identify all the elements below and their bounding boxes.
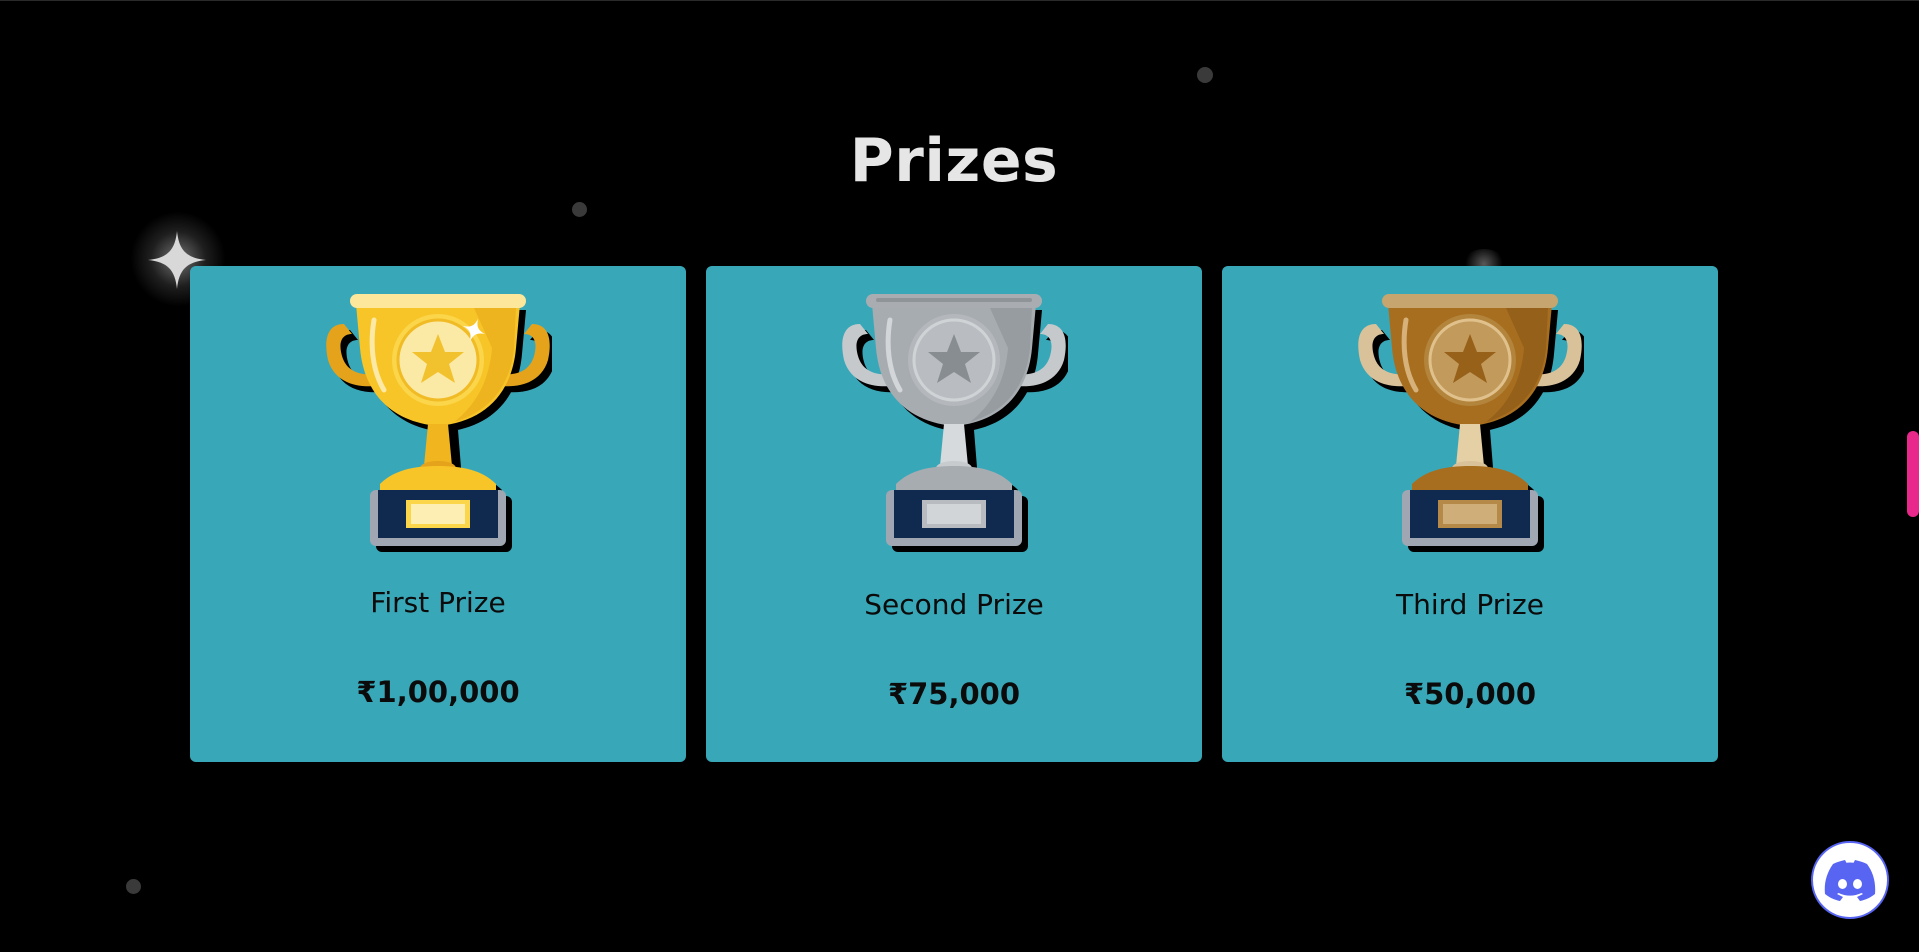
prize-amount: ₹50,000 xyxy=(1403,677,1537,711)
background-star-dot xyxy=(1197,67,1213,83)
prize-cards: First Prize ₹1,00,000 Second Prize ₹75,0… xyxy=(190,266,1718,762)
prize-amount: ₹1,00,000 xyxy=(356,675,520,709)
prize-card-third: Third Prize ₹50,000 xyxy=(1222,266,1718,762)
bronze-trophy-icon xyxy=(1358,294,1584,552)
prize-amount: ₹75,000 xyxy=(887,677,1021,711)
background-star-dot xyxy=(572,202,587,217)
prize-card-second: Second Prize ₹75,000 xyxy=(706,266,1202,762)
gold-trophy-icon xyxy=(326,294,552,552)
prize-card-first: First Prize ₹1,00,000 xyxy=(190,266,686,762)
background-star-dot xyxy=(126,879,141,894)
prizes-page: Prizes First Prize ₹1,00,000 Second Priz… xyxy=(0,0,1919,952)
prize-name: Second Prize xyxy=(864,588,1044,621)
prize-name: Third Prize xyxy=(1396,588,1544,621)
discord-icon xyxy=(1824,860,1876,901)
discord-button[interactable] xyxy=(1811,841,1889,919)
scroll-indicator[interactable] xyxy=(1907,431,1919,517)
prize-name: First Prize xyxy=(370,586,506,619)
page-title: Prizes xyxy=(849,126,1059,196)
silver-trophy-icon xyxy=(842,294,1068,552)
